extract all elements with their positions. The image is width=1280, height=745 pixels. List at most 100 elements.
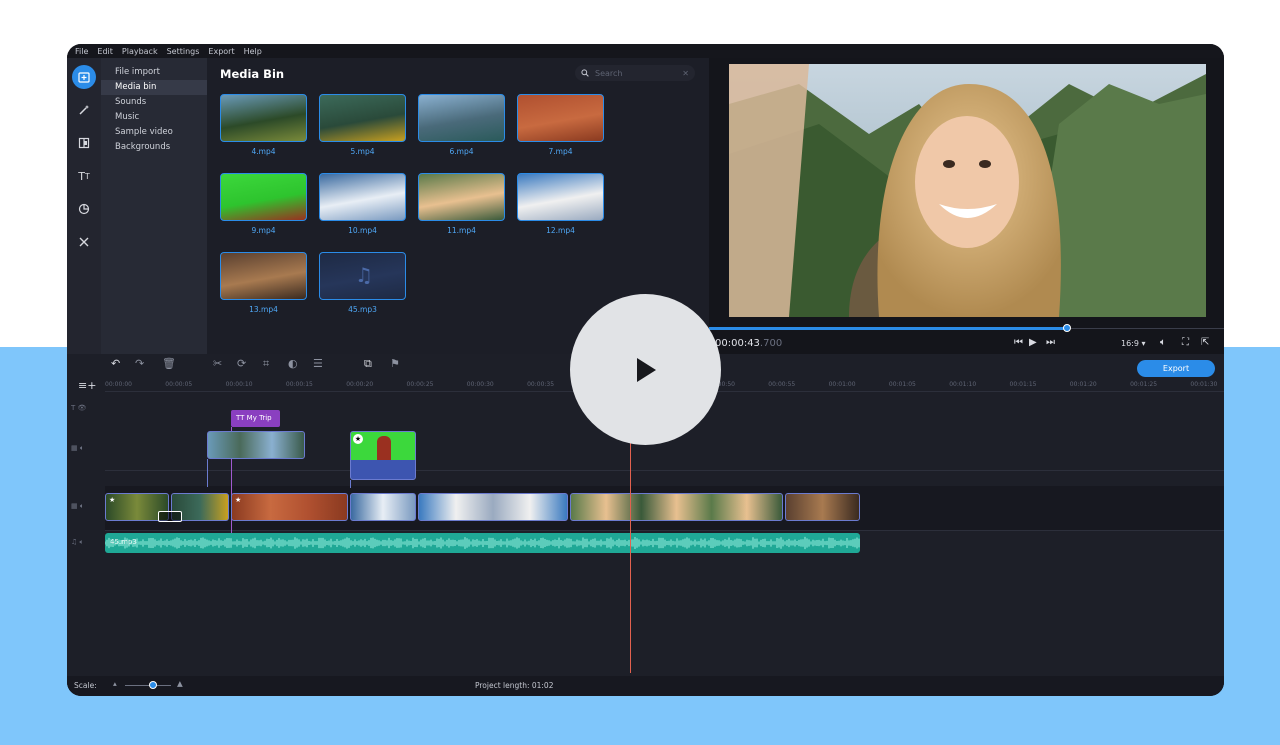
menu-playback[interactable]: Playback xyxy=(122,47,158,56)
import-icon[interactable] xyxy=(72,65,96,89)
overlay-icon[interactable]: ⧉ xyxy=(364,357,372,371)
audio-clip[interactable]: 45.mp3 xyxy=(105,533,860,553)
overlay-clip[interactable] xyxy=(207,431,305,459)
mute-icon[interactable]: 🔈︎ xyxy=(80,538,84,546)
menu-file[interactable]: File xyxy=(75,47,88,56)
progress-bar[interactable] xyxy=(709,327,1067,330)
color-adjust-icon[interactable]: ◐ xyxy=(288,357,298,370)
timecode-ms: .700 xyxy=(759,338,783,349)
marker-icon[interactable]: ⚑ xyxy=(390,357,400,370)
skip-back-icon[interactable]: ⏮ xyxy=(1014,337,1023,348)
category-backgrounds[interactable]: Backgrounds xyxy=(101,140,207,155)
media-thumbnail[interactable] xyxy=(418,173,505,221)
progress-handle[interactable] xyxy=(1062,324,1071,332)
video-clip[interactable] xyxy=(418,493,568,521)
video-clip[interactable] xyxy=(785,493,860,521)
media-bin-title: Media Bin xyxy=(220,67,285,81)
detach-preview-icon[interactable]: ⇱ xyxy=(1201,337,1209,348)
crop-icon[interactable]: ⌗ xyxy=(263,357,269,371)
fullscreen-icon[interactable]: ⛶ xyxy=(1182,337,1189,348)
media-thumbnail-label: 4.mp4 xyxy=(251,147,276,156)
zoom-in-icon[interactable]: ▲ xyxy=(177,679,183,688)
transitions-icon[interactable] xyxy=(72,131,96,155)
aspect-ratio-select[interactable]: 16:9 ▾ xyxy=(1121,339,1146,348)
video-clip[interactable] xyxy=(570,493,783,521)
category-media-bin[interactable]: Media bin xyxy=(101,80,207,95)
media-thumbnail[interactable] xyxy=(220,173,307,221)
mute-icon[interactable]: 🔈︎ xyxy=(80,502,84,510)
category-music[interactable]: Music xyxy=(101,110,207,125)
timecode-main: 00:00:43 xyxy=(715,338,760,349)
titles-icon[interactable]: TT xyxy=(72,164,96,188)
ruler-tick-label: 00:01:05 xyxy=(888,381,916,388)
waveform xyxy=(105,536,860,550)
media-thumbnail-audio[interactable]: ♫ xyxy=(319,252,406,300)
media-thumbnail[interactable] xyxy=(319,173,406,221)
menu-bar: File Edit Playback Settings Export Help xyxy=(67,44,1224,58)
menu-export[interactable]: Export xyxy=(208,47,234,56)
export-button[interactable]: Export xyxy=(1137,360,1215,377)
search-box[interactable]: Search ✕ xyxy=(575,65,695,81)
redo-icon[interactable]: ↷ xyxy=(135,357,144,370)
media-thumbnail[interactable] xyxy=(319,94,406,142)
skip-forward-icon[interactable]: ⏭ xyxy=(1046,337,1055,348)
overlay-clip-greenscreen[interactable]: ★ xyxy=(350,431,416,480)
playhead[interactable] xyxy=(630,429,631,673)
zoom-out-icon[interactable]: ▴ xyxy=(113,679,117,688)
scale-slider-handle[interactable] xyxy=(149,681,157,689)
play-icon[interactable]: ▶ xyxy=(1029,337,1037,348)
volume-icon[interactable]: 🔈︎ xyxy=(1160,337,1166,348)
video-preview[interactable] xyxy=(729,64,1206,317)
video-clip[interactable]: ★ xyxy=(231,493,348,521)
ruler-tick-label: 00:00:35 xyxy=(527,381,555,388)
clip-properties-icon[interactable]: ☰ xyxy=(313,357,323,370)
scale-slider-track[interactable] xyxy=(125,685,171,686)
clear-search-icon[interactable]: ✕ xyxy=(682,69,689,78)
category-file-import[interactable]: File import xyxy=(101,65,207,80)
media-thumbnail-label: 7.mp4 xyxy=(548,147,573,156)
magic-wand-icon[interactable] xyxy=(72,98,96,122)
undo-icon[interactable]: ↶ xyxy=(111,357,120,370)
rotate-icon[interactable]: ⟳ xyxy=(237,357,246,370)
media-thumbnail[interactable] xyxy=(517,94,604,142)
star-icon: ★ xyxy=(235,496,242,504)
timecode: 00:00:43.700 xyxy=(715,338,782,349)
film-icon: ▦ xyxy=(71,444,78,452)
video-clip[interactable] xyxy=(350,493,416,521)
category-sounds[interactable]: Sounds xyxy=(101,95,207,110)
media-thumbnail-label: 9.mp4 xyxy=(251,226,276,235)
play-video-button[interactable] xyxy=(570,294,721,445)
media-thumbnail-label: 13.mp4 xyxy=(249,305,278,314)
stickers-icon[interactable] xyxy=(72,197,96,221)
ruler-tick-label: 00:00:05 xyxy=(165,381,193,388)
cut-icon[interactable]: ✂ xyxy=(213,357,222,370)
media-thumbnail-label: 11.mp4 xyxy=(447,226,476,235)
media-thumbnail-label: 6.mp4 xyxy=(449,147,474,156)
menu-edit[interactable]: Edit xyxy=(97,47,113,56)
ruler-tick-label: 00:00:10 xyxy=(225,381,253,388)
play-icon xyxy=(636,357,656,382)
tools-icon[interactable] xyxy=(72,230,96,254)
ruler-tick-label: 00:00:30 xyxy=(466,381,494,388)
search-input[interactable]: Search xyxy=(595,69,676,78)
ruler-tick-label: 00:00:20 xyxy=(346,381,374,388)
lane-divider xyxy=(105,530,1224,531)
media-thumbnail[interactable] xyxy=(418,94,505,142)
category-list: File import Media bin Sounds Music Sampl… xyxy=(101,58,207,354)
add-track-icon[interactable]: ≡+ xyxy=(78,379,96,392)
title-clip[interactable]: TT My Trip xyxy=(231,410,280,427)
progress-track[interactable] xyxy=(1067,328,1224,329)
menu-help[interactable]: Help xyxy=(244,47,262,56)
media-thumbnail[interactable] xyxy=(517,173,604,221)
mute-icon[interactable]: 🔈︎ xyxy=(80,444,84,452)
transition-marker[interactable] xyxy=(158,511,182,522)
preview-panel: 00:00:43.700 ⏮ ▶ ⏭ 16:9 ▾ 🔈︎ ⛶ ⇱ xyxy=(709,58,1224,354)
delete-icon[interactable]: 🗑︎ xyxy=(162,357,176,370)
visibility-icon[interactable]: 👁︎ xyxy=(78,404,87,412)
menu-settings[interactable]: Settings xyxy=(167,47,200,56)
media-thumbnail[interactable] xyxy=(220,252,307,300)
media-thumbnail[interactable] xyxy=(220,94,307,142)
project-length: Project length: 01:02 xyxy=(475,681,554,690)
star-icon: ★ xyxy=(353,434,363,444)
category-sample-video[interactable]: Sample video xyxy=(101,125,207,140)
